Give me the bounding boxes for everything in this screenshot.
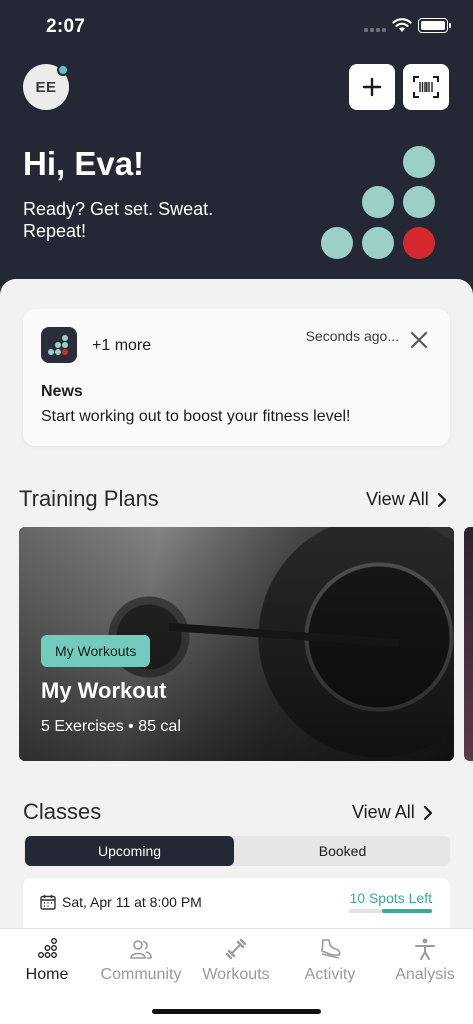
tab-label: Workouts — [202, 966, 270, 983]
status-time: 2:07 — [46, 16, 86, 37]
tab-workouts[interactable]: Workouts — [189, 929, 283, 993]
add-button[interactable] — [349, 64, 395, 110]
home-indicator — [152, 1009, 321, 1014]
view-all-label: View All — [366, 489, 429, 509]
shoe-icon — [321, 939, 341, 959]
tab-label: Community — [100, 966, 182, 983]
tab-community[interactable]: Community — [94, 929, 188, 993]
hero-header: 2:07 EE Hi, Eva! Ready? Get set. Sweat. … — [0, 0, 473, 300]
view-all-label: View All — [352, 802, 415, 822]
tab-home[interactable]: Home — [0, 929, 94, 993]
cellular-signal-icon — [364, 28, 386, 32]
calendar-icon — [40, 895, 56, 910]
classes-segmented-control: Upcoming Booked — [24, 836, 450, 866]
class-date: Sat, Apr 11 at 8:00 PM — [62, 894, 202, 910]
tagline: Ready? Get set. Sweat. Repeat! — [23, 199, 214, 241]
spots-progress-fill — [382, 909, 432, 913]
spots-left: 10 Spots Left — [349, 890, 432, 906]
barcode-scan-button[interactable] — [403, 64, 449, 110]
status-bar: 2:07 — [0, 0, 473, 50]
tab-label: Home — [25, 966, 69, 983]
news-title: News — [41, 383, 83, 400]
classes-view-all[interactable]: View All — [352, 802, 433, 823]
chevron-right-icon — [423, 805, 432, 820]
training-plans-title: Training Plans — [19, 486, 159, 511]
plan-meta: 5 Exercises • 85 cal — [41, 718, 181, 735]
training-plans-view-all[interactable]: View All — [366, 489, 447, 510]
close-icon[interactable] — [410, 331, 428, 349]
news-notification-card[interactable]: +1 more Seconds ago... News Start workin… — [23, 309, 450, 446]
tab-analysis[interactable]: Analysis — [378, 929, 472, 993]
people-icon — [130, 940, 152, 959]
app-logo-icon — [41, 327, 77, 363]
home-dots-icon — [38, 938, 57, 958]
barcode-scan-icon — [413, 76, 439, 98]
online-status-dot — [57, 64, 69, 76]
tab-activity[interactable]: Activity — [283, 929, 377, 993]
tab-upcoming[interactable]: Upcoming — [25, 836, 234, 866]
tab-label: Analysis — [395, 966, 455, 983]
training-plan-card[interactable]: My Workouts My Workout 5 Exercises • 85 … — [19, 527, 454, 761]
news-timestamp: Seconds ago... — [305, 328, 399, 344]
person-icon — [415, 938, 435, 960]
greeting: Hi, Eva! — [23, 145, 145, 182]
spots-progress-bar — [349, 909, 432, 913]
classes-title: Classes — [23, 799, 102, 824]
plus-icon — [362, 77, 382, 97]
wifi-icon — [392, 18, 412, 32]
plan-name: My Workout — [41, 678, 167, 703]
news-more-count[interactable]: +1 more — [92, 337, 151, 355]
news-body: Start working out to boost your fitness … — [41, 408, 351, 425]
tab-label: Activity — [304, 966, 356, 983]
next-plan-card-peek[interactable] — [464, 527, 473, 761]
chevron-right-icon — [437, 492, 446, 507]
battery-icon — [418, 18, 451, 33]
tab-booked[interactable]: Booked — [238, 836, 447, 866]
dumbbell-icon — [225, 938, 247, 960]
plan-badge: My Workouts — [41, 635, 151, 667]
